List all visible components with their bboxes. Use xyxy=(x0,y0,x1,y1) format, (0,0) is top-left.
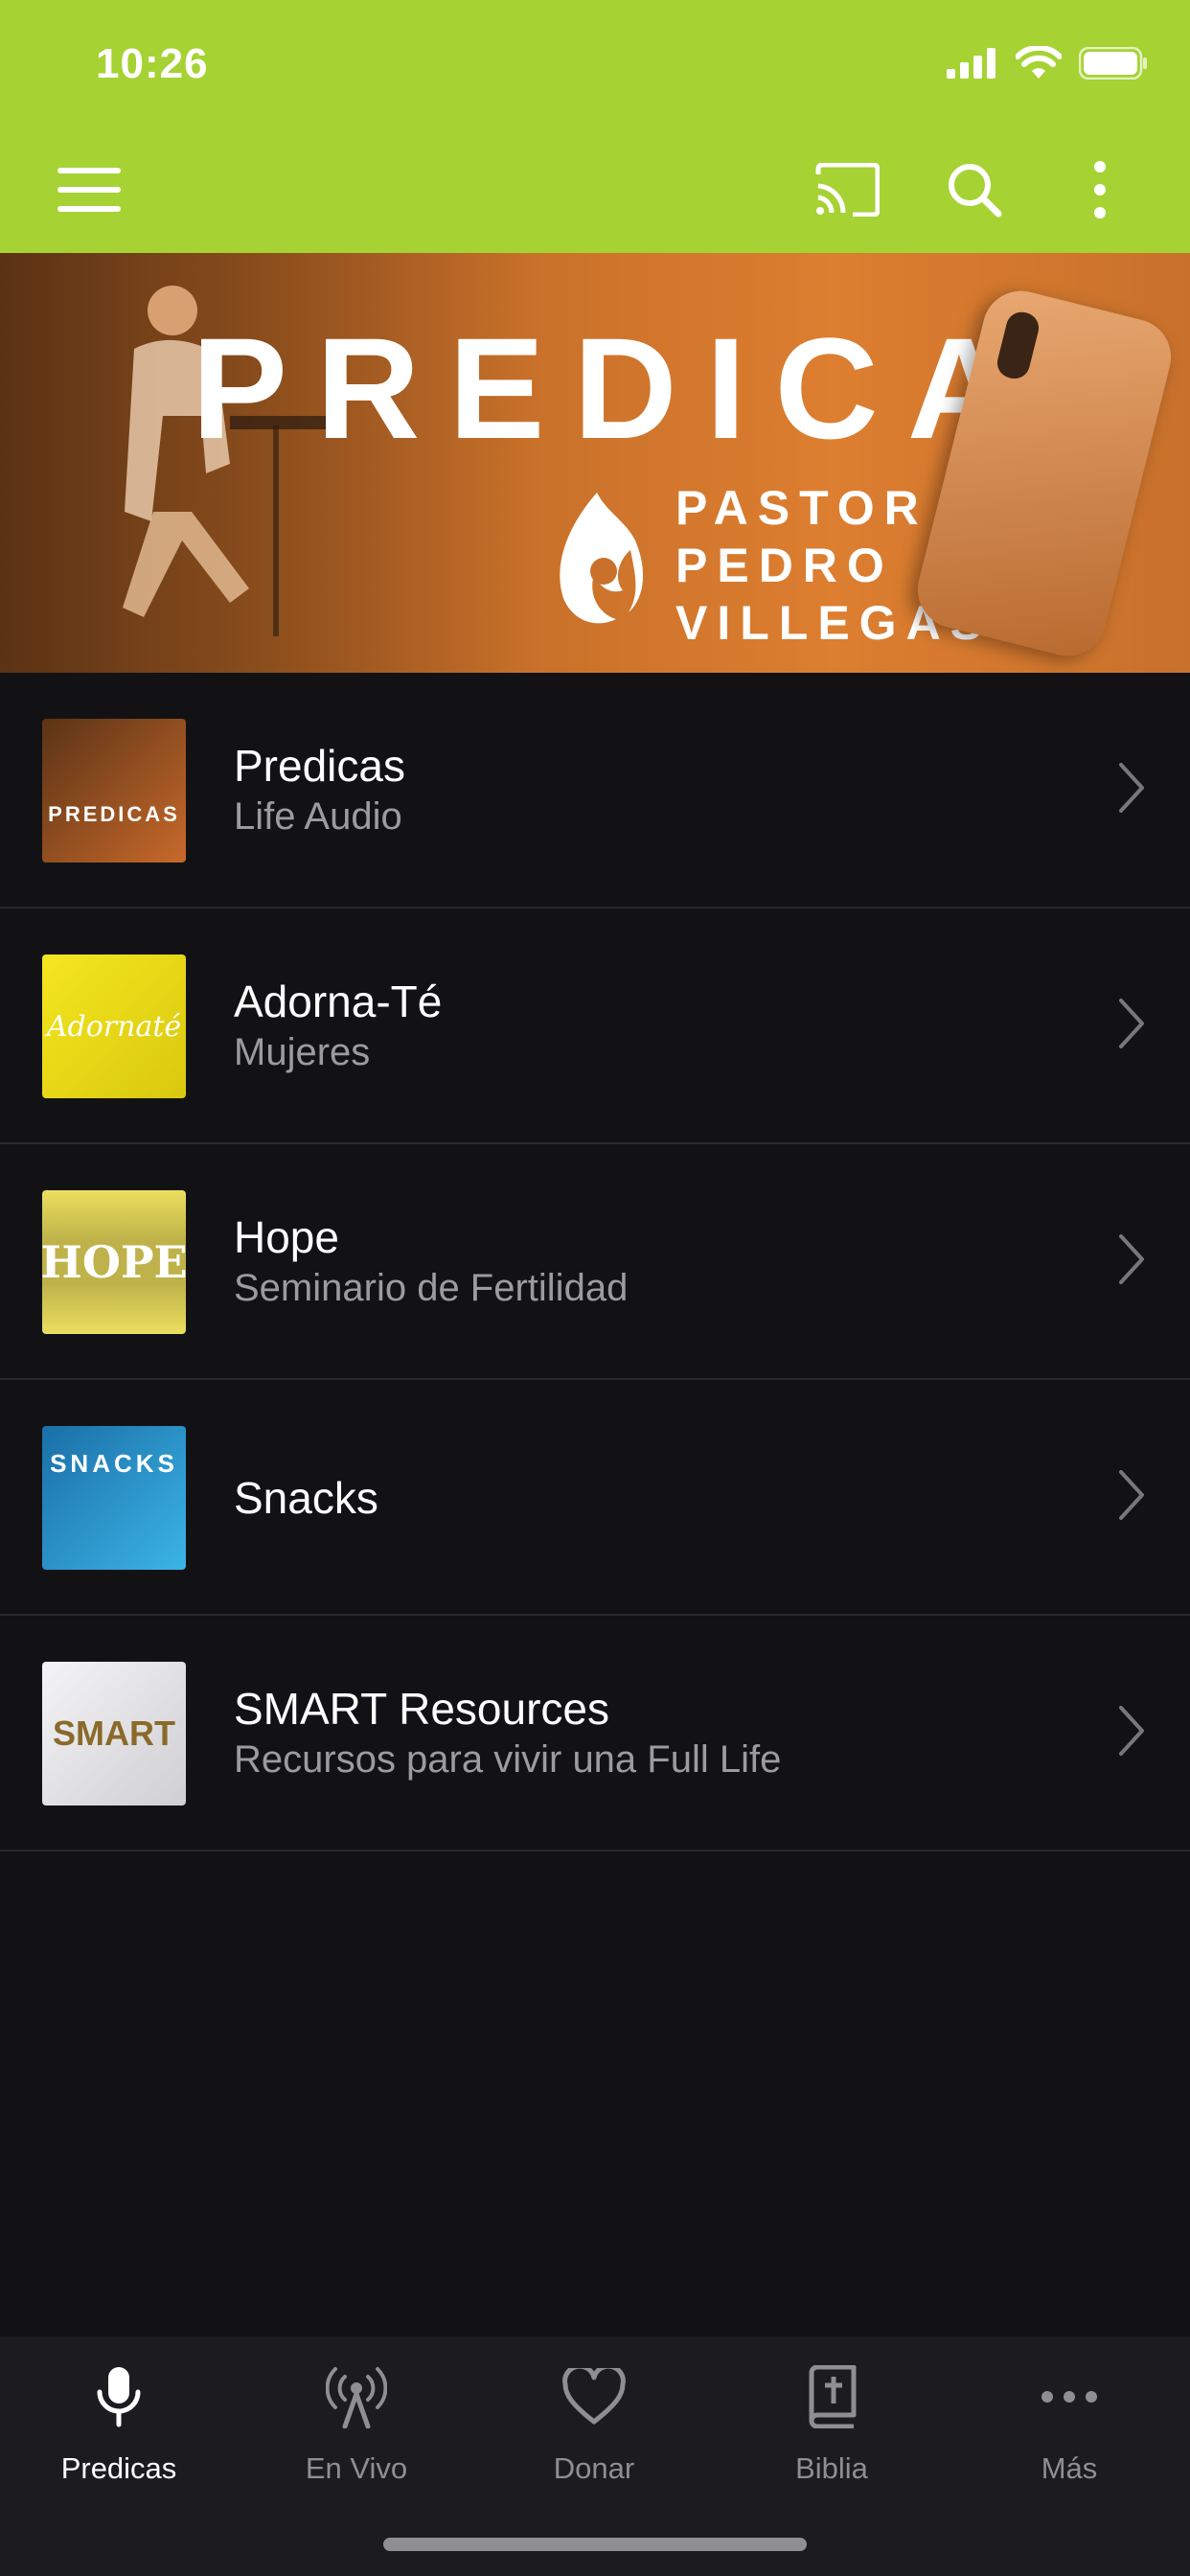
more-vertical-icon xyxy=(1094,161,1106,218)
list-item-subtitle: Life Audio xyxy=(234,795,402,838)
wifi-icon xyxy=(1016,46,1062,79)
list-item-title: Adorna-Té xyxy=(234,977,443,1026)
thumbnail-label: PREDICAS xyxy=(48,802,180,826)
chevron-right-icon xyxy=(1119,1470,1144,1520)
cast-icon xyxy=(815,163,880,217)
tab-donar[interactable]: Donar xyxy=(475,2336,713,2509)
menu-button[interactable] xyxy=(56,151,123,228)
list-item-subtitle: Seminario de Fertilidad xyxy=(234,1267,629,1309)
list-item[interactable]: HOPE Hope Seminario de Fertilidad xyxy=(0,1144,1190,1380)
microphone-icon xyxy=(97,2367,141,2427)
thumbnail-label: SNACKS xyxy=(50,1449,178,1478)
more-horizontal-icon xyxy=(1041,2391,1097,2403)
list-item[interactable]: Adornaté Adorna-Té Mujeres xyxy=(0,908,1190,1144)
heart-icon xyxy=(562,2368,626,2425)
cellular-signal-icon xyxy=(947,48,995,79)
app-header: 10:26 xyxy=(0,0,1190,253)
home-indicator xyxy=(383,2538,807,2551)
chevron-right-icon xyxy=(1119,1234,1144,1284)
list-item-title: Predicas xyxy=(234,741,405,791)
series-list: PREDICAS Predicas Life Audio Adornaté Ad… xyxy=(0,673,1190,1852)
list-item[interactable]: SNACKS Snacks xyxy=(0,1380,1190,1616)
tab-mas[interactable]: Más xyxy=(950,2336,1188,2509)
tab-label: En Vivo xyxy=(305,2451,408,2485)
list-item-title: Snacks xyxy=(234,1473,378,1523)
cast-button[interactable] xyxy=(811,151,883,228)
chevron-right-icon xyxy=(1119,999,1144,1048)
list-item-title: Hope xyxy=(234,1212,339,1262)
bible-icon xyxy=(809,2365,857,2428)
tab-label: Predicas xyxy=(60,2451,177,2485)
menu-icon xyxy=(57,168,121,212)
series-thumbnail: SMART xyxy=(42,1662,186,1806)
series-thumbnail: Adornaté xyxy=(42,954,186,1098)
tab-label: Donar xyxy=(553,2451,635,2485)
church-flame-logo xyxy=(560,493,644,624)
list-item-title: SMART Resources xyxy=(234,1684,609,1734)
tab-biblia[interactable]: Biblia xyxy=(713,2336,950,2509)
list-item-subtitle: Mujeres xyxy=(234,1031,371,1073)
search-button[interactable] xyxy=(941,151,1008,228)
battery-icon xyxy=(1079,47,1147,80)
tab-en-vivo[interactable]: En Vivo xyxy=(238,2336,475,2509)
thumbnail-label: SMART xyxy=(53,1714,175,1753)
list-item-subtitle: Recursos para vivir una Full Life xyxy=(234,1738,782,1781)
search-icon xyxy=(949,164,1002,218)
thumbnail-label: Adornaté xyxy=(46,1009,182,1044)
hero-banner[interactable]: PREDICAS PASTOR PEDRO VILLEGAS xyxy=(0,253,1190,673)
status-time: 10:26 xyxy=(96,40,209,87)
status-icons xyxy=(947,46,1148,80)
thumbnail-label: HOPE xyxy=(42,1236,186,1288)
series-thumbnail: SNACKS xyxy=(42,1426,186,1570)
tab-label: Más xyxy=(1041,2451,1098,2485)
tab-predicas[interactable]: Predicas xyxy=(0,2336,238,2509)
chevron-right-icon xyxy=(1119,1706,1144,1756)
more-options-button[interactable] xyxy=(1083,151,1117,228)
list-item[interactable]: SMART SMART Resources Recursos para vivi… xyxy=(0,1616,1190,1852)
tab-label: Biblia xyxy=(795,2451,868,2485)
series-thumbnail: HOPE xyxy=(42,1190,186,1334)
list-item[interactable]: PREDICAS Predicas Life Audio xyxy=(0,673,1190,908)
chevron-right-icon xyxy=(1119,763,1144,813)
broadcast-icon xyxy=(326,2367,387,2428)
series-thumbnail: PREDICAS xyxy=(42,719,186,862)
